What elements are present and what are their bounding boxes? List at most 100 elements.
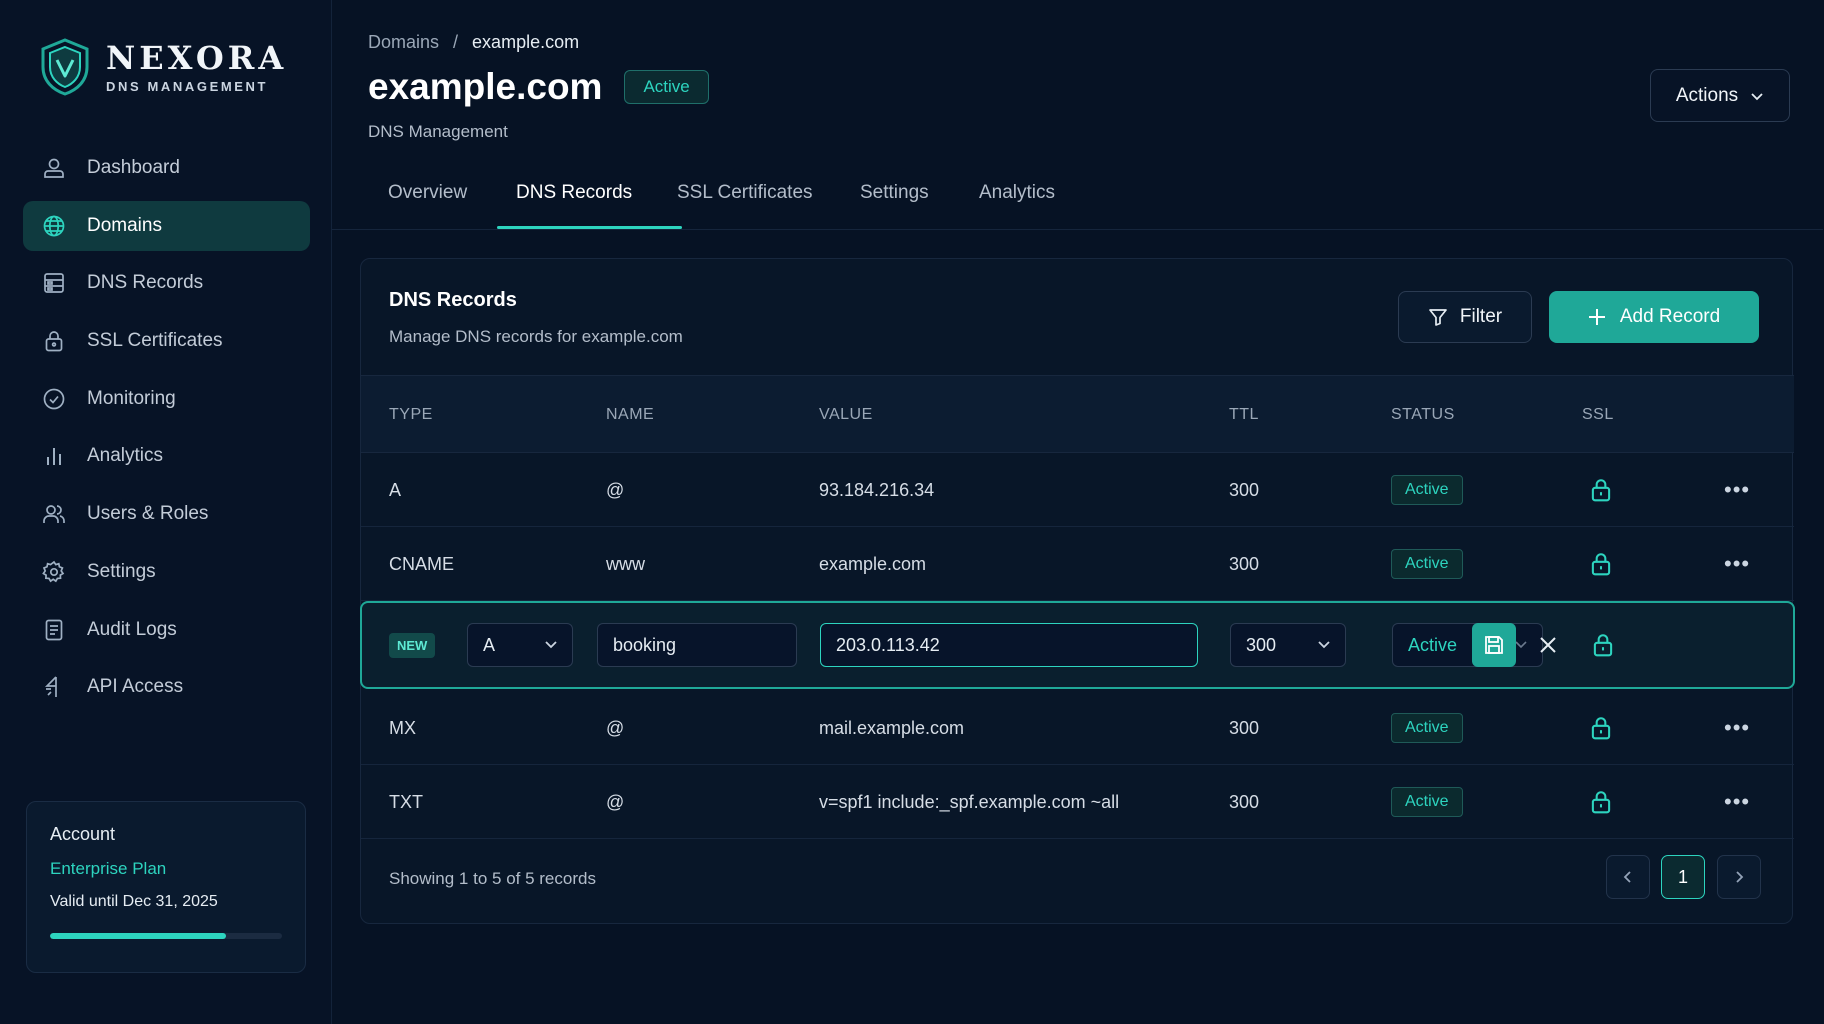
account-validity: Valid until Dec 31, 2025 [50, 893, 218, 910]
ssl-lock-icon[interactable] [1590, 632, 1616, 663]
brand-subtitle: DNS MANAGEMENT [106, 78, 269, 94]
more-options-icon[interactable]: ••• [1724, 691, 1750, 765]
record-ttl: 300 [1229, 553, 1260, 574]
sidebar-item-label: DNS Records [87, 272, 204, 294]
sidebar-item-monitoring[interactable]: Monitoring [23, 374, 310, 424]
brand-logo[interactable]: NEXORA DNS MANAGEMENT [40, 38, 287, 96]
sidebar-item-label: Monitoring [87, 387, 176, 409]
status-select[interactable]: Active [1392, 623, 1543, 667]
more-options-icon[interactable]: ••• [1724, 765, 1750, 839]
status-badge: Active [1391, 549, 1463, 579]
sidebar-item-label: API Access [87, 676, 184, 698]
pagination-summary: Showing 1 to 5 of 5 records [389, 869, 596, 888]
plus-icon [1588, 309, 1605, 325]
records-icon [41, 270, 67, 296]
chevron-down-icon [1515, 641, 1527, 649]
ssl-lock-icon[interactable] [1588, 765, 1614, 839]
active-tab-indicator [497, 226, 682, 229]
filter-label: Filter [1459, 306, 1503, 327]
sidebar-item-dashboard[interactable]: Dashboard [23, 143, 310, 193]
tab-ssl-certificates[interactable]: SSL Certificates [677, 182, 813, 204]
api-icon [41, 674, 67, 700]
card-subtitle: Manage DNS records for example.com [389, 327, 683, 346]
sidebar-item-api-access[interactable]: API Access [23, 662, 310, 712]
dns-records-card: DNS Records Manage DNS records for examp… [360, 258, 1795, 924]
actions-label: Actions [1675, 84, 1739, 106]
record-type: MX [389, 717, 416, 738]
record-name-input[interactable]: booking [597, 623, 797, 667]
tab-overview[interactable]: Overview [388, 182, 467, 204]
status-badge: Active [1391, 713, 1463, 743]
column-header-type[interactable]: TYPE [389, 406, 433, 424]
record-name-value: booking [613, 634, 677, 655]
account-plan[interactable]: Enterprise Plan [50, 859, 282, 879]
column-header-status[interactable]: STATUS [1391, 406, 1455, 424]
record-status: Active [1391, 765, 1463, 839]
breadcrumb-separator: / [453, 32, 459, 52]
sidebar-item-analytics[interactable]: Analytics [23, 431, 310, 481]
column-header-ttl[interactable]: TTL [1229, 406, 1259, 424]
record-status: Active [1391, 527, 1463, 601]
record-type-select[interactable]: A [467, 623, 573, 667]
sidebar-item-users-roles[interactable]: Users & Roles [23, 489, 310, 539]
add-record-label: Add Record [1619, 306, 1721, 327]
chevron-left-icon [1623, 871, 1631, 883]
breadcrumb-current: example.com [472, 32, 580, 52]
record-value-value: 203.0.113.42 [836, 634, 940, 655]
monitoring-icon [41, 386, 67, 412]
sidebar-item-dns-records[interactable]: DNS Records [23, 258, 310, 308]
dashboard-icon [41, 155, 67, 181]
column-header-value[interactable]: VALUE [819, 406, 873, 424]
sidebar-item-audit-logs[interactable]: Audit Logs [23, 605, 310, 655]
add-record-button[interactable]: Add Record [1549, 291, 1759, 343]
tab-analytics[interactable]: Analytics [979, 182, 1055, 204]
ttl-select[interactable]: 300 [1230, 623, 1346, 667]
record-value-input[interactable]: 203.0.113.42 [820, 623, 1198, 667]
document-icon [41, 617, 67, 643]
ssl-lock-icon[interactable] [1588, 691, 1614, 765]
table-row[interactable]: A @ 93.184.216.34 300 Active ••• [361, 453, 1794, 527]
tab-settings[interactable]: Settings [860, 182, 929, 204]
sidebar-item-settings[interactable]: Settings [23, 547, 310, 597]
shield-logo-icon [41, 38, 89, 96]
table-row[interactable]: MX @ mail.example.com 300 Active ••• [361, 691, 1794, 765]
sidebar-item-domains[interactable]: Domains [23, 200, 310, 251]
card-title: DNS Records [389, 289, 517, 311]
record-ttl: 300 [1229, 717, 1260, 738]
more-options-icon[interactable]: ••• [1724, 453, 1750, 527]
breadcrumb-root[interactable]: Domains [368, 32, 439, 53]
lock-icon [41, 328, 67, 354]
chevron-down-icon [1751, 92, 1763, 100]
column-header-name[interactable]: NAME [606, 406, 654, 424]
ssl-lock-icon[interactable] [1588, 527, 1614, 601]
prev-page-button[interactable] [1606, 855, 1650, 899]
cancel-record-button[interactable] [1532, 629, 1564, 661]
page-button-1[interactable]: 1 [1661, 855, 1705, 899]
account-card: Account Enterprise Plan Valid until Dec … [26, 801, 306, 973]
table-row[interactable]: CNAME www example.com 300 Active ••• [361, 527, 1794, 601]
filter-button[interactable]: Filter [1398, 291, 1532, 343]
ttl-value: 300 [1246, 634, 1277, 655]
status-badge: Active [1391, 787, 1463, 817]
record-value: 93.184.216.34 [819, 479, 935, 500]
save-record-button[interactable] [1472, 623, 1516, 667]
more-options-icon[interactable]: ••• [1724, 527, 1750, 601]
analytics-icon [41, 443, 67, 469]
column-header-ssl[interactable]: SSL [1582, 406, 1614, 424]
table-row[interactable]: TXT @ v=spf1 include:_spf.example.com ~a… [361, 765, 1794, 839]
chevron-down-icon [545, 641, 557, 649]
plan-progress-bar [50, 933, 282, 939]
sidebar-item-label: SSL Certificates [87, 330, 223, 352]
record-name: www [606, 553, 645, 574]
sidebar-item-ssl-certificates[interactable]: SSL Certificates [23, 316, 310, 366]
record-status: Active [1391, 453, 1463, 527]
next-page-button[interactable] [1717, 855, 1761, 899]
record-value: mail.example.com [819, 717, 965, 738]
sidebar-item-label: Domains [87, 214, 162, 236]
tab-dns-records[interactable]: DNS Records [516, 182, 632, 204]
actions-button[interactable]: Actions [1650, 69, 1790, 122]
record-name: @ [606, 479, 625, 500]
tab-bar: Overview DNS Records SSL Certificates Se… [332, 168, 1823, 230]
ssl-lock-icon[interactable] [1588, 453, 1614, 527]
gear-icon [41, 559, 67, 585]
